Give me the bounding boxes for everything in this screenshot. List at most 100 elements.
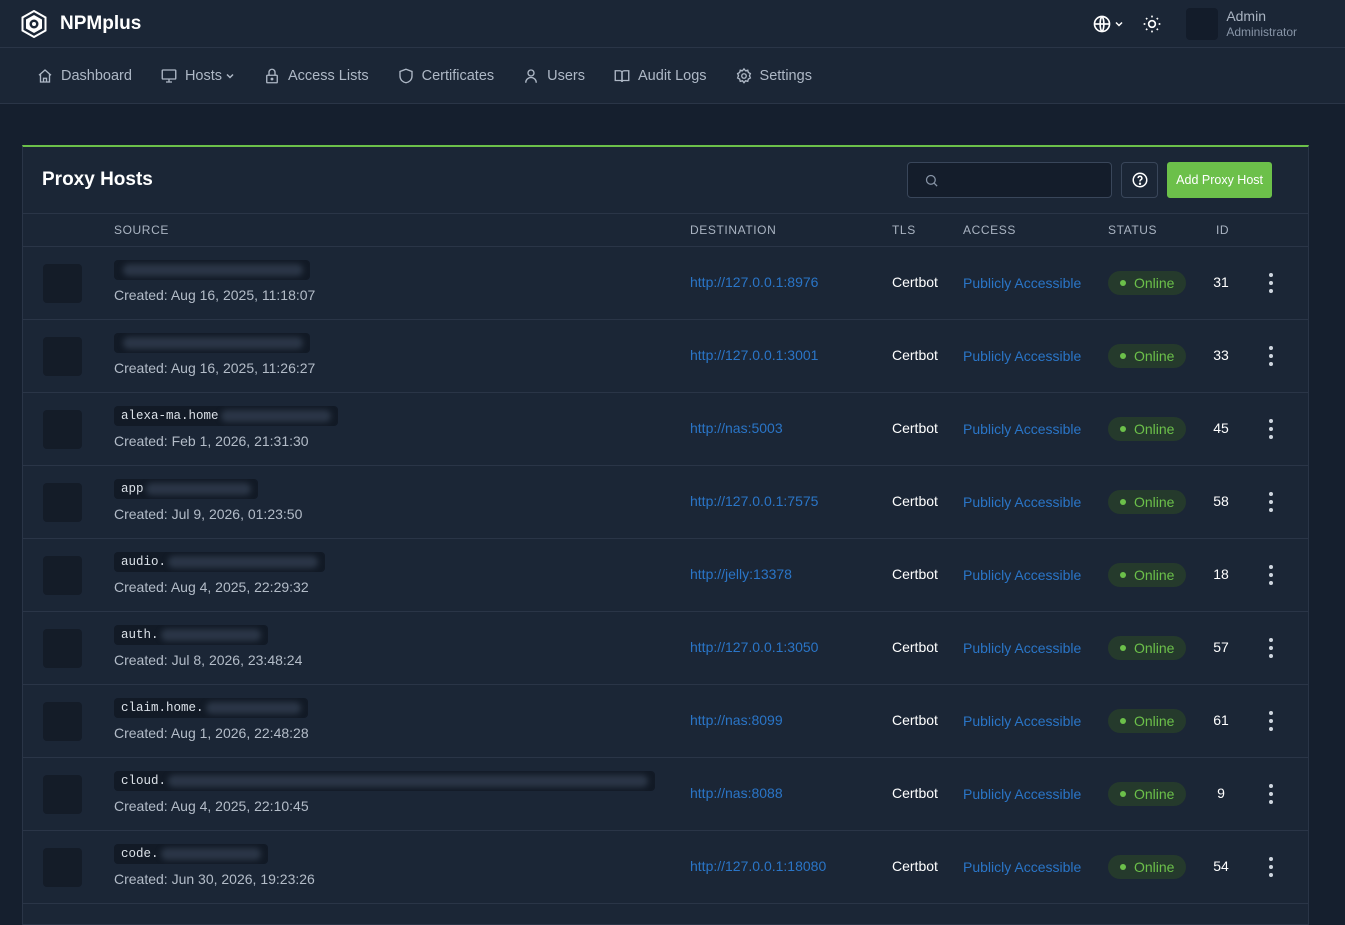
host-access-link[interactable]: Publicly Accessible <box>963 275 1081 291</box>
host-avatar <box>43 629 82 668</box>
table-row[interactable]: audio. Created: Aug 4, 2025, 22:29:32 ht… <box>23 539 1308 612</box>
col-destination[interactable]: DESTINATION <box>690 223 776 237</box>
host-domain[interactable]: auth. <box>114 625 268 645</box>
host-domain[interactable] <box>114 260 310 280</box>
row-actions-menu-icon[interactable] <box>1263 711 1279 731</box>
host-id: 58 <box>1213 493 1229 509</box>
nav-access-lists-label: Access Lists <box>288 67 369 84</box>
nav-users[interactable]: Users <box>522 67 585 85</box>
host-destination-link[interactable]: http://nas:8088 <box>690 785 783 801</box>
status-badge: Online <box>1108 344 1187 368</box>
host-domain[interactable]: app <box>114 479 258 499</box>
host-id: 33 <box>1213 347 1229 363</box>
table-row[interactable]: cloud. Created: Aug 4, 2025, 22:10:45 ht… <box>23 758 1308 831</box>
host-avatar <box>43 483 82 522</box>
host-access-link[interactable]: Publicly Accessible <box>963 494 1081 510</box>
host-access-link[interactable]: Publicly Accessible <box>963 348 1081 364</box>
table-row[interactable]: auth. Created: Jul 8, 2026, 23:48:24 htt… <box>23 612 1308 685</box>
row-actions-menu-icon[interactable] <box>1263 638 1279 658</box>
host-domain[interactable]: claim.home. <box>114 698 308 718</box>
host-id: 61 <box>1213 712 1229 728</box>
redacted-domain <box>168 774 649 787</box>
host-destination-link[interactable]: http://127.0.0.1:8976 <box>690 274 818 290</box>
row-actions-menu-icon[interactable] <box>1263 346 1279 366</box>
redacted-domain <box>160 847 261 860</box>
table-row[interactable]: Created: Aug 16, 2025, 11:26:27 http://1… <box>23 320 1308 393</box>
host-destination-link[interactable]: http://127.0.0.1:3001 <box>690 347 818 363</box>
host-access-link[interactable]: Publicly Accessible <box>963 786 1081 802</box>
host-destination-link[interactable]: http://nas:8099 <box>690 712 783 728</box>
nav-settings[interactable]: Settings <box>735 67 812 85</box>
help-button[interactable] <box>1121 162 1159 198</box>
host-domain[interactable]: alexa-ma.home <box>114 406 338 426</box>
add-proxy-host-button[interactable]: Add Proxy Host <box>1167 162 1272 198</box>
host-avatar <box>43 848 82 887</box>
table-row[interactable]: code. Created: Jun 30, 2026, 19:23:26 ht… <box>23 831 1308 904</box>
theme-toggle-button[interactable] <box>1142 14 1162 34</box>
status-dot <box>1120 426 1126 432</box>
card-header: Proxy Hosts Add Proxy Host <box>23 147 1308 214</box>
nav-audit-logs[interactable]: Audit Logs <box>613 67 707 85</box>
host-domain[interactable] <box>114 333 310 353</box>
host-destination-link[interactable]: http://127.0.0.1:3050 <box>690 639 818 655</box>
col-tls[interactable]: TLS <box>892 223 916 237</box>
host-domain[interactable]: cloud. <box>114 771 656 791</box>
nav-hosts[interactable]: Hosts <box>160 67 235 85</box>
host-domain-text: auth. <box>121 628 159 642</box>
row-actions-menu-icon[interactable] <box>1263 565 1279 585</box>
search-box[interactable] <box>907 162 1113 198</box>
host-domain[interactable]: audio. <box>114 552 326 572</box>
nav-access-lists[interactable]: Access Lists <box>263 67 369 85</box>
host-destination-link[interactable]: http://jelly:13378 <box>690 566 792 582</box>
status-dot <box>1120 864 1126 870</box>
col-access[interactable]: ACCESS <box>963 223 1016 237</box>
help-icon <box>1132 172 1148 188</box>
user-role: Administrator <box>1226 25 1297 40</box>
nav-dashboard[interactable]: Dashboard <box>36 67 132 85</box>
app-name: NPMplus <box>60 12 142 34</box>
status-badge: Online <box>1108 271 1187 295</box>
row-actions-menu-icon[interactable] <box>1263 419 1279 439</box>
search-input[interactable] <box>947 172 1098 188</box>
status-dot <box>1120 718 1126 724</box>
status-text: Online <box>1134 567 1175 583</box>
status-dot <box>1120 499 1126 505</box>
row-actions-menu-icon[interactable] <box>1263 784 1279 804</box>
home-icon <box>38 68 52 83</box>
host-destination-link[interactable]: http://127.0.0.1:7575 <box>690 493 818 509</box>
host-destination-link[interactable]: http://127.0.0.1:18080 <box>690 858 826 874</box>
row-actions-menu-icon[interactable] <box>1263 492 1279 512</box>
table-row[interactable]: alexa-ma.home Created: Feb 1, 2026, 21:3… <box>23 393 1308 466</box>
row-actions-menu-icon[interactable] <box>1263 857 1279 877</box>
table-row[interactable]: app Created: Jul 9, 2026, 01:23:50 http:… <box>23 466 1308 539</box>
nav-certificates[interactable]: Certificates <box>397 67 494 85</box>
status-text: Online <box>1134 859 1175 875</box>
user-avatar[interactable] <box>1186 8 1219 40</box>
status-text: Online <box>1134 713 1175 729</box>
host-domain[interactable]: code. <box>114 844 268 864</box>
col-source[interactable]: SOURCE <box>114 223 169 237</box>
host-access-link[interactable]: Publicly Accessible <box>963 421 1081 437</box>
host-access-link[interactable]: Publicly Accessible <box>963 859 1081 875</box>
host-access-link[interactable]: Publicly Accessible <box>963 640 1081 656</box>
main-nav: Dashboard Hosts Access Lists Certificate… <box>0 48 1345 104</box>
host-avatar <box>43 702 82 741</box>
brand[interactable]: NPMplus <box>20 9 142 38</box>
host-tls: Certbot <box>892 493 938 509</box>
table-row[interactable]: claim.home. Created: Aug 1, 2026, 22:48:… <box>23 685 1308 758</box>
status-dot <box>1120 353 1126 359</box>
status-text: Online <box>1134 786 1175 802</box>
host-access-link[interactable]: Publicly Accessible <box>963 713 1081 729</box>
language-button[interactable] <box>1092 14 1124 34</box>
row-actions-menu-icon[interactable] <box>1263 273 1279 293</box>
host-avatar <box>43 556 82 595</box>
user-menu[interactable]: Admin Administrator <box>1226 8 1297 39</box>
search-icon <box>926 174 938 187</box>
host-destination-link[interactable]: http://nas:5003 <box>690 420 783 436</box>
col-id[interactable]: ID <box>1216 223 1229 237</box>
host-access-link[interactable]: Publicly Accessible <box>963 567 1081 583</box>
host-domain-text: app <box>121 482 144 496</box>
sun-icon <box>1143 15 1161 33</box>
col-status[interactable]: STATUS <box>1108 223 1157 237</box>
table-row[interactable]: Created: Aug 16, 2025, 11:18:07 http://1… <box>23 247 1308 320</box>
